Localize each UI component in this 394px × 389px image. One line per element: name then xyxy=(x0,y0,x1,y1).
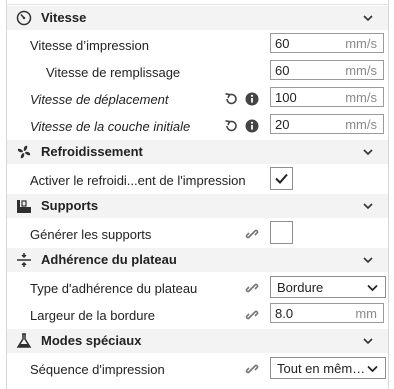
travel-speed-input[interactable]: 100 mm/s xyxy=(270,87,384,107)
chevron-down-icon[interactable] xyxy=(362,146,374,158)
print-speed-unit: mm/s xyxy=(345,36,377,51)
flask-icon xyxy=(16,333,32,349)
reset-icon[interactable] xyxy=(224,119,238,133)
brim-width-label: Largeur de la bordure xyxy=(30,308,156,323)
infill-speed-input[interactable]: 60 mm/s xyxy=(270,60,384,80)
initial-layer-speed-input[interactable]: 20 mm/s xyxy=(270,114,384,134)
initial-layer-speed-label: Vitesse de la couche initiale xyxy=(30,119,191,134)
print-sequence-label: Séquence d'impression xyxy=(30,362,165,377)
initial-layer-speed-value: 20 xyxy=(275,117,290,132)
previous-section-edge xyxy=(6,0,389,5)
section-header-supports[interactable]: Supports xyxy=(7,194,388,218)
link-icon xyxy=(245,362,259,376)
setting-row-enable-cooling: Activer le refroidi...ent de l'impressio… xyxy=(7,166,388,193)
initial-layer-speed-unit: mm/s xyxy=(345,117,377,132)
travel-speed-value: 100 xyxy=(275,90,297,105)
print-sequence-select[interactable]: Tout en mêm… xyxy=(270,357,386,379)
link-icon xyxy=(245,227,259,241)
chevron-down-icon xyxy=(367,365,378,373)
adhesion-type-value: Bordure xyxy=(277,280,324,295)
section-header-cooling[interactable]: Refroidissement xyxy=(7,140,388,164)
generate-support-label: Générer les supports xyxy=(30,227,152,242)
link-icon xyxy=(245,308,259,322)
generate-support-checkbox[interactable] xyxy=(270,221,293,244)
section-header-adhesion[interactable]: Adhérence du plateau xyxy=(7,248,388,272)
section-title-speed: Vitesse xyxy=(41,10,87,25)
chevron-down-icon[interactable] xyxy=(362,12,374,24)
travel-speed-unit: mm/s xyxy=(345,90,377,105)
setting-row-adhesion-type: Type d'adhérence du plateau Bordure xyxy=(7,274,388,301)
brim-width-unit: mm xyxy=(355,306,377,321)
print-speed-input[interactable]: 60 mm/s xyxy=(270,33,384,53)
enable-cooling-checkbox[interactable] xyxy=(270,167,293,190)
infill-speed-value: 60 xyxy=(275,63,290,78)
brim-width-value: 8.0 xyxy=(275,306,294,321)
section-title-cooling: Refroidissement xyxy=(41,144,143,159)
section-title-supports: Supports xyxy=(41,198,99,213)
section-title-adhesion: Adhérence du plateau xyxy=(41,252,177,267)
chevron-down-icon[interactable] xyxy=(362,335,374,347)
enable-cooling-label: Activer le refroidi...ent de l'impressio… xyxy=(30,173,246,188)
travel-speed-label: Vitesse de déplacement xyxy=(30,92,169,107)
reset-icon[interactable] xyxy=(224,92,238,106)
chevron-down-icon[interactable] xyxy=(362,200,374,212)
info-icon[interactable] xyxy=(245,119,259,133)
setting-row-print-speed: Vitesse d’impression 60 mm/s xyxy=(7,31,388,58)
adhesion-icon xyxy=(16,252,32,268)
print-speed-value: 60 xyxy=(275,36,290,51)
setting-row-brim-width: Largeur de la bordure 8.0 mm xyxy=(7,301,388,328)
link-icon xyxy=(245,281,259,295)
speedometer-icon xyxy=(16,10,32,26)
print-speed-label: Vitesse d’impression xyxy=(30,38,149,53)
setting-row-generate-support: Générer les supports xyxy=(7,220,388,247)
setting-row-print-sequence: Séquence d'impression Tout en mêm… xyxy=(7,355,388,382)
section-title-special-modes: Modes spéciaux xyxy=(41,333,142,348)
checkmark-icon xyxy=(275,173,288,184)
setting-row-initial-layer-speed: Vitesse de la couche initiale 20 mm/s xyxy=(7,112,388,139)
infill-speed-label: Vitesse de remplissage xyxy=(46,65,181,80)
fan-icon xyxy=(16,144,32,160)
section-header-speed[interactable]: Vitesse xyxy=(7,6,388,30)
chevron-down-icon[interactable] xyxy=(362,254,374,266)
info-icon[interactable] xyxy=(245,92,259,106)
setting-row-infill-speed: Vitesse de remplissage 60 mm/s xyxy=(7,58,388,85)
brim-width-input[interactable]: 8.0 mm xyxy=(270,303,384,323)
adhesion-type-select[interactable]: Bordure xyxy=(270,276,386,298)
section-header-special-modes[interactable]: Modes spéciaux xyxy=(7,329,388,353)
chevron-down-icon xyxy=(367,284,378,292)
adhesion-type-label: Type d'adhérence du plateau xyxy=(30,281,198,296)
print-sequence-value: Tout en mêm… xyxy=(277,361,366,376)
support-icon xyxy=(16,198,32,214)
infill-speed-unit: mm/s xyxy=(345,63,377,78)
setting-row-travel-speed: Vitesse de déplacement 100 mm/s xyxy=(7,85,388,112)
